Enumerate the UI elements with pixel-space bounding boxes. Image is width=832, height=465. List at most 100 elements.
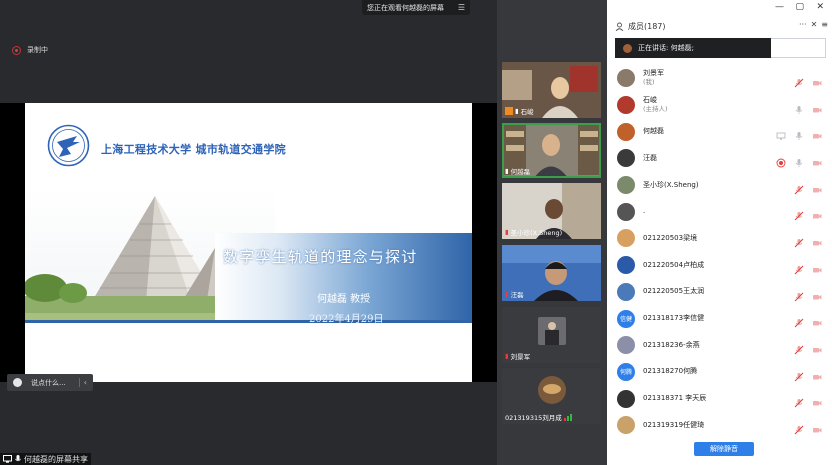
- camera-off-icon[interactable]: [812, 153, 822, 166]
- avatar: 信健: [617, 309, 635, 328]
- member-status-icons: [794, 313, 822, 328]
- video-tile[interactable]: ▮ 汪磊: [502, 245, 601, 301]
- member-role: (我): [643, 78, 655, 87]
- chevron-left-icon[interactable]: ‹: [78, 378, 87, 387]
- mic-icon[interactable]: [794, 100, 804, 114]
- mic-off-icon[interactable]: [794, 260, 804, 275]
- mic-off-icon[interactable]: [794, 340, 804, 355]
- avatar: [617, 256, 635, 275]
- meeting-window: 您正在观看何越磊的屏幕 ☰ 录制中 上海工程技术大学 城市轨道交通学院 数字孪生…: [0, 0, 832, 465]
- camera-off-icon[interactable]: [812, 180, 822, 193]
- mic-icon[interactable]: [794, 126, 804, 141]
- mic-off-icon[interactable]: [794, 180, 804, 195]
- camera-off-icon[interactable]: [812, 126, 822, 139]
- close-icon[interactable]: ✕: [816, 2, 824, 12]
- member-status-icons: [794, 206, 822, 221]
- member-row[interactable]: 石峻 (主持人): [607, 92, 832, 119]
- member-row[interactable]: 信健 021318173李信健: [607, 305, 832, 332]
- avatar: [617, 122, 635, 141]
- member-row[interactable]: 汪磊: [607, 145, 832, 172]
- member-role: (主持人): [643, 105, 668, 114]
- member-search-input[interactable]: [771, 38, 826, 58]
- member-status-icons: [776, 126, 822, 141]
- camera-off-icon[interactable]: [812, 206, 822, 219]
- member-row[interactable]: 021318236-余燕: [607, 332, 832, 359]
- camera-off-icon[interactable]: [812, 367, 822, 380]
- camera-off-icon[interactable]: [812, 287, 822, 299]
- member-text: 刘景军 (我): [643, 69, 664, 87]
- camera-off-icon[interactable]: [812, 313, 822, 326]
- member-row[interactable]: 何越磊: [607, 118, 832, 145]
- member-text: 021318236-余燕: [643, 341, 700, 350]
- screen-share-icon[interactable]: [776, 126, 786, 141]
- member-row[interactable]: 021319319任健琦: [607, 412, 832, 439]
- mic-off-icon[interactable]: [794, 393, 804, 408]
- camera-off-icon[interactable]: [812, 260, 822, 273]
- restore-icon[interactable]: ▢: [795, 2, 804, 12]
- member-row[interactable]: 021220505王太润: [607, 279, 832, 306]
- member-status-icons: [794, 420, 822, 435]
- camera-off-icon[interactable]: [812, 100, 822, 113]
- tile-name: 何越磊: [510, 168, 531, 176]
- slide-date: 2022年4月29日: [309, 314, 384, 325]
- member-row[interactable]: 刘景军 (我): [607, 65, 832, 92]
- video-tile-active-speaker[interactable]: ▮ 何越磊: [502, 123, 601, 178]
- panel-header: 成员(187): [615, 21, 666, 32]
- close-icon[interactable]: ✕: [811, 20, 818, 29]
- member-row[interactable]: 021220504卢柏成: [607, 252, 832, 279]
- avatar: [617, 96, 635, 115]
- camera-off-icon[interactable]: [812, 393, 822, 406]
- mic-off-icon[interactable]: [794, 367, 804, 381]
- emoji-icon[interactable]: [13, 378, 22, 387]
- university-logo: [47, 124, 90, 167]
- member-status-icons: [776, 153, 822, 168]
- mic-off-icon[interactable]: [794, 233, 804, 248]
- tile-caption: ▮ 汪磊: [505, 289, 524, 299]
- member-text: 汪磊: [643, 154, 657, 163]
- member-text: 021318371 李天辰: [643, 394, 706, 403]
- member-name: 圣小珍(X.Sheng): [643, 180, 699, 189]
- video-tile[interactable]: ▮ 刘景军: [502, 307, 601, 363]
- camera-off-icon[interactable]: [812, 233, 822, 246]
- member-row[interactable]: 圣小珍(X.Sheng): [607, 172, 832, 199]
- member-row[interactable]: .: [607, 198, 832, 225]
- mic-icon[interactable]: [794, 153, 804, 168]
- mic-off-icon[interactable]: [794, 287, 804, 301]
- person-icon: [505, 107, 513, 115]
- window-controls: — ▢ ✕: [607, 0, 832, 17]
- camera-off-icon[interactable]: [812, 420, 822, 433]
- speaking-indicator: 正在讲话: 何越磊;: [615, 38, 771, 58]
- mic-off-icon[interactable]: [794, 313, 804, 328]
- avatar: [538, 317, 566, 345]
- member-row[interactable]: 021220503梁境: [607, 225, 832, 252]
- mic-off-icon[interactable]: [794, 420, 804, 435]
- member-row[interactable]: 021318371 李天辰: [607, 385, 832, 412]
- video-tile[interactable]: ▮ 石峻: [502, 62, 601, 118]
- viewing-banner[interactable]: 您正在观看何越磊的屏幕 ☰: [362, 0, 470, 15]
- member-text: 021220505王太润: [643, 287, 704, 296]
- mic-off-icon[interactable]: [794, 73, 804, 88]
- video-tile[interactable]: 021319315刘月成: [502, 368, 601, 424]
- slide-title: 数字孪生轨道的理念与探讨: [223, 248, 418, 266]
- member-row[interactable]: 何腾 021318270何腾: [607, 359, 832, 386]
- camera-off-icon[interactable]: [812, 340, 822, 353]
- member-text: .: [643, 207, 645, 216]
- mic-off-icon: ▮: [505, 290, 509, 298]
- list-icon[interactable]: ≡: [821, 20, 828, 29]
- mic-off-icon[interactable]: [794, 206, 804, 221]
- member-status-icons: [794, 260, 822, 275]
- more-icon[interactable]: ···: [799, 20, 807, 29]
- comment-input[interactable]: 说点什么... ‹: [7, 374, 93, 391]
- screen-share-label: 何越磊的屏幕共享: [0, 453, 91, 465]
- minimize-icon[interactable]: —: [775, 2, 784, 12]
- camera-off-icon[interactable]: [812, 73, 822, 86]
- video-tile[interactable]: ▮ 圣小珍(X.Sheng): [502, 183, 601, 239]
- avatar: [538, 376, 566, 404]
- unmute-all-button[interactable]: 解除静音: [694, 442, 754, 456]
- member-name: 刘景军: [643, 69, 664, 78]
- mic-icon: [15, 455, 21, 462]
- member-name: 021318173李信健: [643, 314, 705, 323]
- record-icon[interactable]: [776, 153, 786, 168]
- participants-panel: — ▢ ✕ 成员(187) ··· ✕ ≡ 正在讲话: 何越磊; 刘景军 (我) 石…: [607, 0, 832, 465]
- list-icon[interactable]: ☰: [458, 3, 465, 12]
